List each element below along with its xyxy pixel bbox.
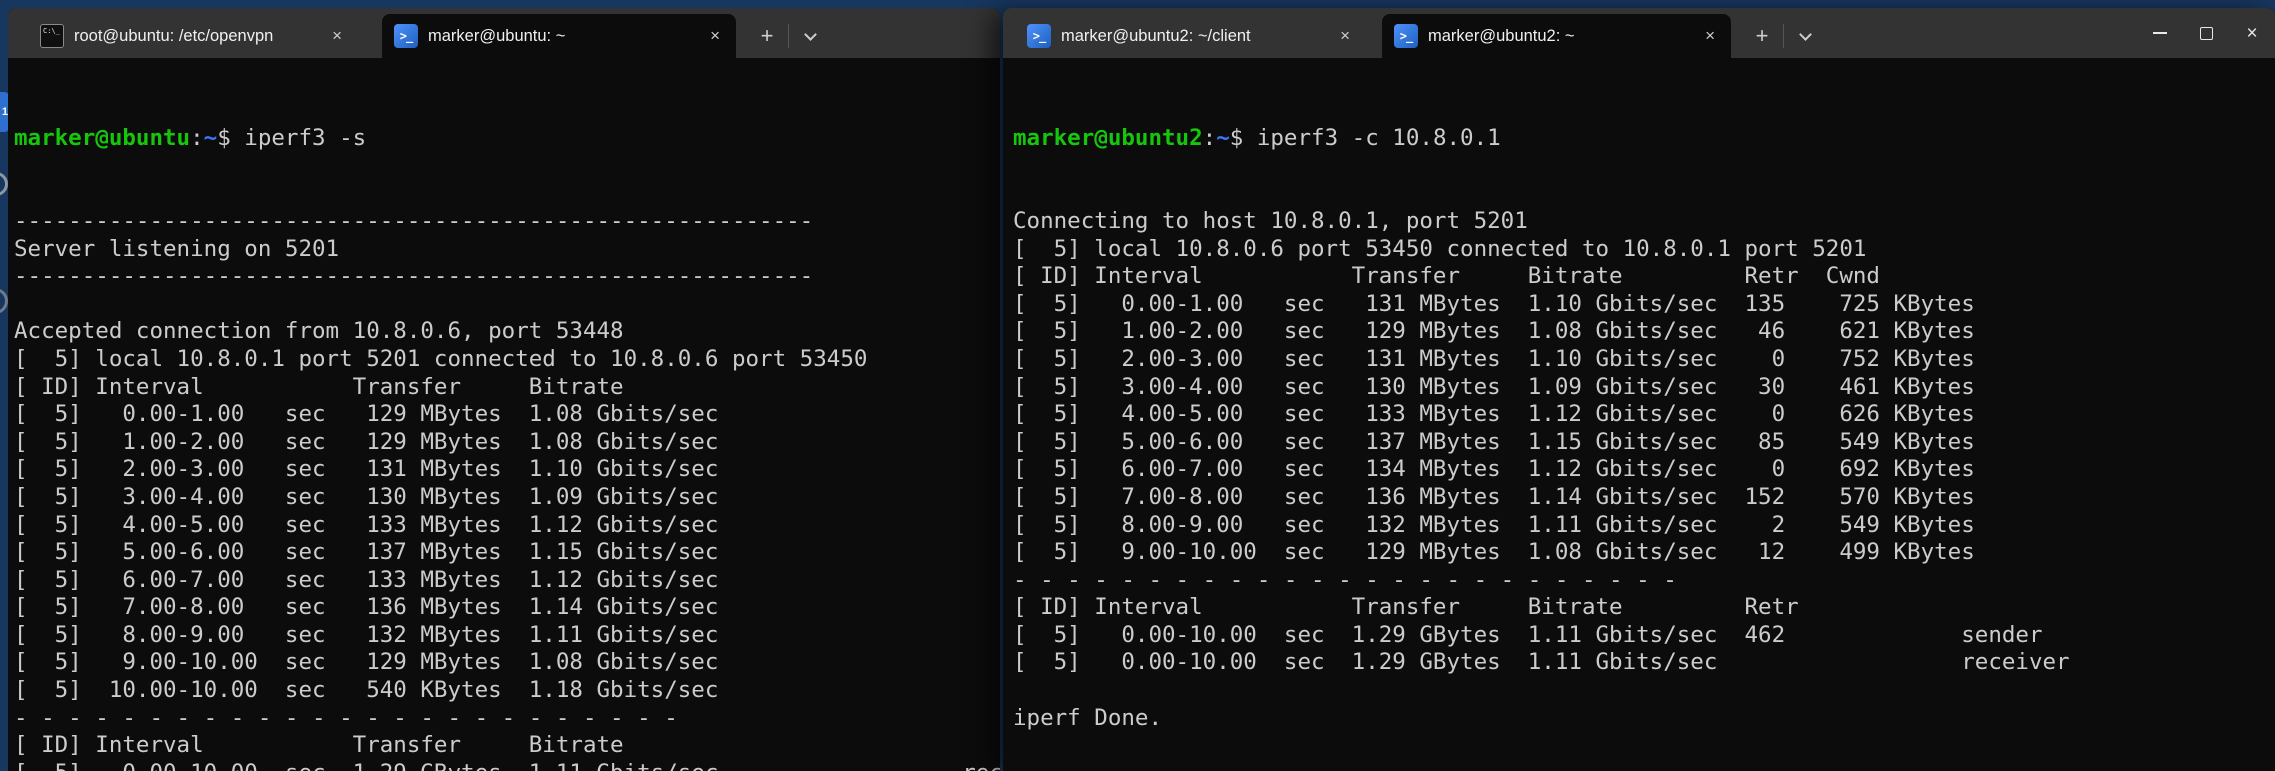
tab-marker-ubuntu2-client[interactable]: >_ marker@ubuntu2: ~/client × [1015,14,1366,58]
window-controls: × [2137,8,2275,58]
tab-title: marker@ubuntu: ~ [428,27,690,46]
terminal-line: [ 5] 0.00-1.00 sec 129 MBytes 1.08 Gbits… [14,401,1000,429]
minimize-button[interactable] [2137,8,2183,58]
minimize-icon [2153,32,2167,34]
tab-title: root@ubuntu: /etc/openvpn [74,27,312,46]
tab-close-icon[interactable]: × [1336,26,1354,46]
terminal-line: [ 5] 9.00-10.00 sec 129 MBytes 1.08 Gbit… [1013,539,2275,567]
terminal-line: [ ID] Interval Transfer Bitrate Retr [1013,594,2275,622]
close-button[interactable]: × [2229,8,2275,58]
server-output-lines: ----------------------------------------… [14,208,1000,771]
terminal-window-server: C:\_ root@ubuntu: /etc/openvpn × >_ mark… [8,8,1000,771]
terminal-line: [ 5] 8.00-9.00 sec 132 MBytes 1.11 Gbits… [1013,512,2275,540]
terminal-window-client: >_ marker@ubuntu2: ~/client × >_ marker@… [1003,8,2275,771]
titlebar-drag-region [827,8,1000,58]
terminal-line: [ 5] 2.00-3.00 sec 131 MBytes 1.10 Gbits… [1013,346,2275,374]
close-icon: × [2246,24,2257,43]
tab-close-icon[interactable]: × [328,26,346,46]
terminal-line: [ 5] 5.00-6.00 sec 137 MBytes 1.15 Gbits… [14,539,1000,567]
terminal-line: Accepted connection from 10.8.0.6, port … [14,318,1000,346]
terminal-line: Connecting to host 10.8.0.1, port 5201 [1013,208,2275,236]
terminal-line: [ 5] 0.00-1.00 sec 131 MBytes 1.10 Gbits… [1013,291,2275,319]
terminal-output-client[interactable]: marker@ubuntu2:~$ iperf3 -c 10.8.0.1 Con… [1003,58,2275,771]
terminal-output-server[interactable]: marker@ubuntu:~$ iperf3 -s -------------… [8,58,1000,771]
terminal-line: [ 5] 10.00-10.00 sec 540 KBytes 1.18 Gbi… [14,677,1000,705]
terminal-line: [ 5] local 10.8.0.6 port 53450 connected… [1013,236,2275,264]
terminal-line: ----------------------------------------… [14,263,1000,291]
terminal-line: [ 5] 7.00-8.00 sec 136 MBytes 1.14 Gbits… [1013,484,2275,512]
powershell-icon: >_ [1027,24,1051,48]
terminal-line: [ ID] Interval Transfer Bitrate [14,732,1000,760]
terminal-line: [ 5] 5.00-6.00 sec 137 MBytes 1.15 Gbits… [1013,429,2275,457]
terminal-line: Server listening on 5201 [14,236,1000,264]
terminal-line: [ 5] 0.00-10.00 sec 1.29 GBytes 1.11 Gbi… [14,760,1000,771]
client-output-lines: Connecting to host 10.8.0.1, port 5201[ … [1013,208,2275,732]
terminal-line: [ 5] 2.00-3.00 sec 131 MBytes 1.10 Gbits… [14,456,1000,484]
terminal-line: - - - - - - - - - - - - - - - - - - - - … [1013,567,2275,595]
terminal-line: [ 5] local 10.8.0.1 port 5201 connected … [14,346,1000,374]
terminal-line: iperf Done. [1013,705,2275,733]
tab-dropdown-button[interactable] [793,14,827,58]
tab-dropdown-button[interactable] [1788,14,1822,58]
terminal-line: [ 5] 9.00-10.00 sec 129 MBytes 1.08 Gbit… [14,649,1000,677]
terminal-line: ----------------------------------------… [14,208,1000,236]
terminal-line: [ 5] 8.00-9.00 sec 132 MBytes 1.11 Gbits… [14,622,1000,650]
cmd-terminal-icon: C:\_ [40,24,64,48]
prompt-path: ~ [1216,125,1230,151]
terminal-line: [ 5] 0.00-10.00 sec 1.29 GBytes 1.11 Gbi… [1013,622,2275,650]
terminal-line: [ 5] 4.00-5.00 sec 133 MBytes 1.12 Gbits… [14,512,1000,540]
prompt-line: marker@ubuntu2:~$ iperf3 -c 10.8.0.1 [1013,125,2275,153]
new-tab-button[interactable]: + [750,14,784,58]
prompt-command: $ iperf3 -s [217,125,366,151]
tab-root-ubuntu-openvpn[interactable]: C:\_ root@ubuntu: /etc/openvpn × [28,14,358,58]
prompt-path: ~ [204,125,218,151]
terminal-line: [ ID] Interval Transfer Bitrate Retr Cwn… [1013,263,2275,291]
terminal-line: [ ID] Interval Transfer Bitrate [14,374,1000,402]
prompt-user-host: marker@ubuntu [14,125,190,151]
tab-close-icon[interactable]: × [706,26,724,46]
terminal-line: - - - - - - - - - - - - - - - - - - - - … [14,705,1000,733]
tab-title: marker@ubuntu2: ~/client [1061,27,1320,46]
titlebar-drag-region [1822,8,2137,58]
powershell-icon: >_ [394,24,418,48]
chevron-down-icon [804,28,817,41]
terminal-line: [ 5] 6.00-7.00 sec 133 MBytes 1.12 Gbits… [14,567,1000,595]
terminal-line: [ 5] 0.00-10.00 sec 1.29 GBytes 1.11 Gbi… [1013,649,2275,677]
prompt-line: marker@ubuntu:~$ iperf3 -s [14,125,1000,153]
tab-marker-ubuntu2[interactable]: >_ marker@ubuntu2: ~ × [1382,14,1731,58]
terminal-line: [ 5] 7.00-8.00 sec 136 MBytes 1.14 Gbits… [14,594,1000,622]
powershell-icon: >_ [1394,24,1418,48]
terminal-line: [ 5] 6.00-7.00 sec 134 MBytes 1.12 Gbits… [1013,456,2275,484]
terminal-line: [ 5] 3.00-4.00 sec 130 MBytes 1.09 Gbits… [1013,374,2275,402]
prompt-command: $ iperf3 -c 10.8.0.1 [1230,125,1501,151]
terminal-line: [ 5] 3.00-4.00 sec 130 MBytes 1.09 Gbits… [14,484,1000,512]
new-tab-button[interactable]: + [1745,14,1779,58]
terminal-line: [ 5] 1.00-2.00 sec 129 MBytes 1.08 Gbits… [1013,318,2275,346]
tab-close-icon[interactable]: × [1701,26,1719,46]
tab-bar: C:\_ root@ubuntu: /etc/openvpn × >_ mark… [8,8,1000,58]
terminal-line [14,291,1000,319]
terminal-line: [ 5] 1.00-2.00 sec 129 MBytes 1.08 Gbits… [14,429,1000,457]
tabbar-divider [788,24,789,48]
tab-marker-ubuntu[interactable]: >_ marker@ubuntu: ~ × [382,14,736,58]
maximize-button[interactable] [2183,8,2229,58]
background-edge-fragment [0,172,8,196]
terminal-line [1013,677,2275,705]
chevron-down-icon [1799,28,1812,41]
tabbar-divider [1783,24,1784,48]
terminal-line: [ 5] 4.00-5.00 sec 133 MBytes 1.12 Gbits… [1013,401,2275,429]
tab-bar: >_ marker@ubuntu2: ~/client × >_ marker@… [1003,8,2275,58]
prompt-user-host: marker@ubuntu2 [1013,125,1203,151]
tab-title: marker@ubuntu2: ~ [1428,27,1685,46]
maximize-icon [2200,27,2213,40]
background-edge-fragment [0,288,8,314]
